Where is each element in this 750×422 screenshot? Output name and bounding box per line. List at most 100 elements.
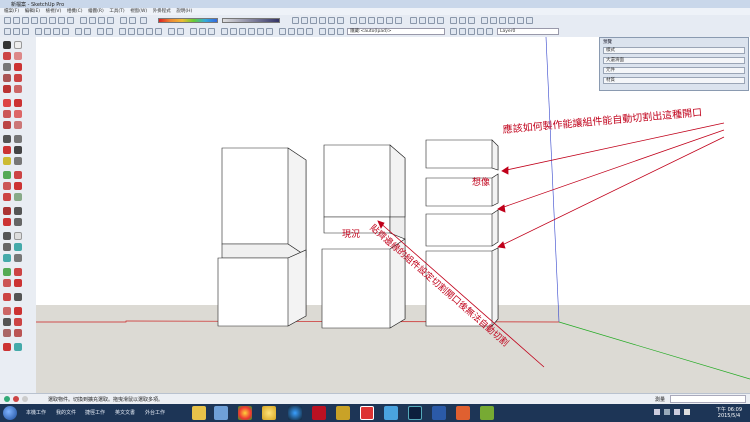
monochrome-icon[interactable] xyxy=(395,17,402,24)
tray-icon-a[interactable] xyxy=(654,409,660,415)
layer-manager-icon[interactable] xyxy=(459,28,466,35)
xray-icon[interactable] xyxy=(350,17,357,24)
credits-icon[interactable] xyxy=(13,396,19,402)
axes-tool-icon[interactable] xyxy=(3,157,11,165)
taskbar-item-4[interactable]: 英文文書 xyxy=(115,409,135,416)
pan-icon[interactable] xyxy=(128,28,135,35)
tape-measure-icon[interactable] xyxy=(221,28,228,35)
section-cut-icon[interactable] xyxy=(468,17,475,24)
copy-icon[interactable] xyxy=(44,28,51,35)
tray-row-materials[interactable]: 材質 xyxy=(603,77,745,84)
zoom-extents-tool-icon[interactable] xyxy=(3,193,11,201)
shadow-icon[interactable] xyxy=(120,17,127,24)
acrobat-icon[interactable] xyxy=(312,406,326,420)
paint-icon[interactable] xyxy=(22,17,29,24)
plane-icon[interactable] xyxy=(384,406,398,420)
rectangle-icon[interactable] xyxy=(49,17,56,24)
app-icon[interactable] xyxy=(336,406,350,420)
folder-icon[interactable] xyxy=(214,406,228,420)
select-tool-icon[interactable] xyxy=(3,41,11,49)
paint-bucket-icon[interactable] xyxy=(3,52,11,60)
dimension-tool-icon[interactable] xyxy=(14,135,22,143)
undo-icon[interactable] xyxy=(75,28,82,35)
zoom-window-tool-icon[interactable] xyxy=(14,182,22,190)
fog-icon[interactable] xyxy=(129,17,136,24)
taskbar-item-3[interactable]: 捷徑工作 xyxy=(85,409,105,416)
plugin-o-icon[interactable] xyxy=(3,329,11,337)
text-tool-icon[interactable] xyxy=(14,146,22,154)
line-tool-icon[interactable] xyxy=(14,63,22,71)
select-icon[interactable] xyxy=(4,17,11,24)
sun-icon[interactable] xyxy=(140,17,147,24)
follow-me-tool-icon[interactable] xyxy=(14,110,22,118)
model-info-icon[interactable] xyxy=(106,28,113,35)
iso-view-icon[interactable] xyxy=(292,17,299,24)
component-icon[interactable] xyxy=(297,28,304,35)
clock[interactable]: 下午 06:09 2015/5/4 xyxy=(716,407,742,419)
zoom-icon[interactable] xyxy=(137,28,144,35)
position-camera-tool-icon[interactable] xyxy=(3,207,11,215)
menu-draw[interactable]: 繪圖(R) xyxy=(88,8,104,15)
layer-dropdown[interactable]: Layer0 xyxy=(497,28,559,35)
block-stack-left[interactable] xyxy=(217,147,307,327)
menu-view[interactable]: 檢視(V) xyxy=(46,8,62,15)
tray-row-components[interactable]: 元件 xyxy=(603,67,745,74)
scenes-icon[interactable] xyxy=(328,28,335,35)
style-dropdown[interactable]: 隱藏:<auto(Ipad)> xyxy=(347,28,445,35)
layer-add-icon[interactable] xyxy=(468,28,475,35)
plugin-n-icon[interactable] xyxy=(14,318,22,326)
offset-tool-icon[interactable] xyxy=(14,121,22,129)
layout-icon[interactable] xyxy=(437,17,444,24)
plugin-h-icon[interactable] xyxy=(14,279,22,287)
outer-shell-icon[interactable] xyxy=(517,17,524,24)
menu-help[interactable]: 說明(H) xyxy=(176,8,192,15)
right-view-icon[interactable] xyxy=(319,17,326,24)
rectangle-tool-icon[interactable] xyxy=(3,63,11,71)
solid-split-icon[interactable] xyxy=(508,17,515,24)
plugin-i-icon[interactable] xyxy=(3,293,11,301)
hidden-line-icon[interactable] xyxy=(368,17,375,24)
menu-plugins[interactable]: 外掛程式 xyxy=(153,8,171,15)
plugin-p-icon[interactable] xyxy=(14,329,22,337)
section-fill-icon[interactable] xyxy=(459,17,466,24)
plugin-g-icon[interactable] xyxy=(3,279,11,287)
push-pull-tool-icon[interactable] xyxy=(14,99,22,107)
solid-union-icon[interactable] xyxy=(481,17,488,24)
tray-row-faces[interactable]: 大還滑面 xyxy=(603,57,745,64)
textured-icon[interactable] xyxy=(386,17,393,24)
cut-icon[interactable] xyxy=(35,28,42,35)
start-button[interactable] xyxy=(3,406,17,420)
group-icon[interactable] xyxy=(306,28,313,35)
move-tool-icon[interactable] xyxy=(3,99,11,107)
offset-icon[interactable] xyxy=(288,28,295,35)
solid-subtract-icon[interactable] xyxy=(490,17,497,24)
zoom-window-icon[interactable] xyxy=(146,28,153,35)
solid-trim-icon[interactable] xyxy=(499,17,506,24)
plugin-d-icon[interactable] xyxy=(14,254,22,262)
volume-icon[interactable] xyxy=(684,409,690,415)
plugin-m-icon[interactable] xyxy=(3,318,11,326)
protractor-icon[interactable] xyxy=(230,28,237,35)
walk-icon[interactable] xyxy=(190,28,197,35)
text-icon[interactable] xyxy=(257,28,264,35)
scale-icon[interactable] xyxy=(107,17,114,24)
look-around-icon[interactable] xyxy=(199,28,206,35)
plugin-k-icon[interactable] xyxy=(3,307,11,315)
plugin-a-icon[interactable] xyxy=(3,243,11,251)
3d-text-tool-icon[interactable] xyxy=(14,157,22,165)
walk-tool-icon[interactable] xyxy=(14,207,22,215)
menu-camera[interactable]: 相機(C) xyxy=(67,8,83,15)
word-icon[interactable] xyxy=(432,406,446,420)
style-update-icon[interactable] xyxy=(450,28,457,35)
print-icon[interactable] xyxy=(97,28,104,35)
zoom-extents-icon[interactable] xyxy=(155,28,162,35)
delete-icon[interactable] xyxy=(62,28,69,35)
sandbox-icon[interactable] xyxy=(3,232,11,240)
layer-color-icon[interactable] xyxy=(477,28,484,35)
circle-tool-icon[interactable] xyxy=(3,74,11,82)
arc-icon[interactable] xyxy=(40,17,47,24)
measurements-box[interactable] xyxy=(670,395,746,403)
network-icon[interactable] xyxy=(674,409,680,415)
freehand-tool-icon[interactable] xyxy=(14,85,22,93)
plugin-r-icon[interactable] xyxy=(14,343,22,351)
